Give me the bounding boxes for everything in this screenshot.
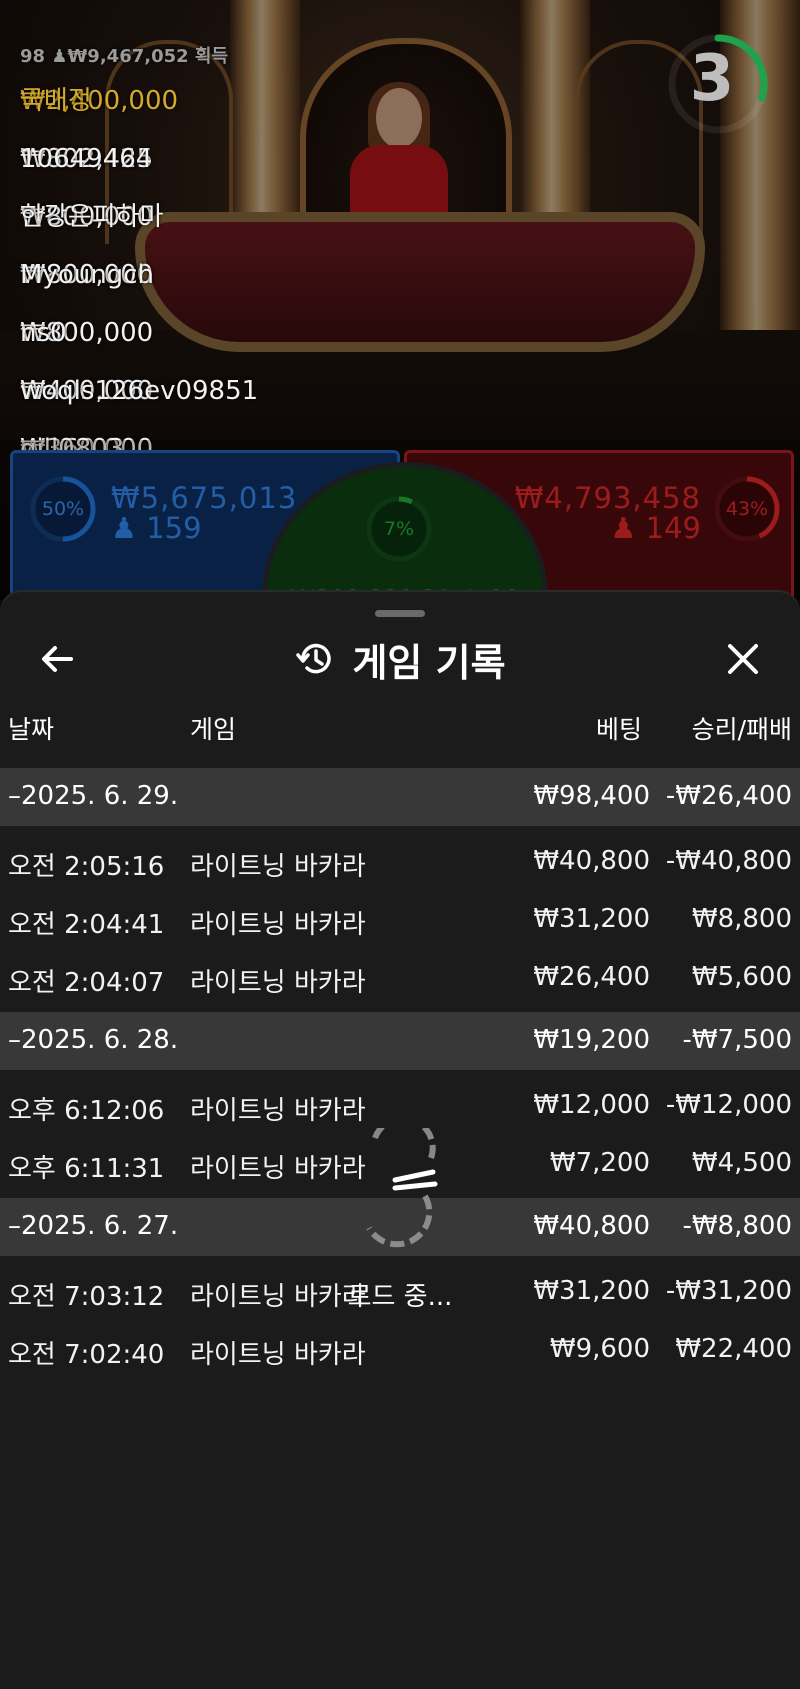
row-game: 라이트닝 바카라 [190, 910, 366, 940]
winners-header: 98 ♟₩9,467,052 획득 [20, 46, 229, 67]
date-group-header[interactable]: –2025. 6. 28. ₩19,200 -₩7,500 [0, 1012, 800, 1070]
winner-name: 10649464 [20, 144, 153, 174]
history-row[interactable]: 오전 2:05:16 라이트닝 바카라 ₩40,800 -₩40,800 [0, 832, 800, 890]
drag-handle[interactable] [375, 610, 425, 617]
row-bet: ₩26,400 [533, 962, 650, 992]
panels-dim-overlay [0, 440, 800, 600]
column-bet: 베팅 [595, 715, 642, 744]
group-date: –2025. 6. 28. [8, 1025, 179, 1055]
row-time: 오후 6:11:31 [8, 1154, 165, 1184]
loading-text: 로드 중... [347, 1282, 453, 1312]
column-result: 승리/패배 [691, 715, 792, 744]
winner-name: Myoungch [20, 260, 154, 290]
row-bet: ₩7,200 [549, 1148, 650, 1178]
timer-value: 3 [689, 42, 735, 116]
history-row[interactable]: 오전 2:04:41 라이트닝 바카라 ₩31,200 ₩8,800 [0, 890, 800, 948]
winner-row: ₩800,000 Myoungch [20, 246, 228, 304]
row-time: 오전 2:05:16 [8, 852, 165, 882]
column-date: 날짜 [8, 715, 55, 744]
group-date: –2025. 6. 27. [8, 1211, 179, 1241]
row-time: 오전 2:04:41 [8, 910, 165, 940]
winner-name: 한강은피하마 [20, 202, 164, 232]
row-bet: ₩31,200 [533, 904, 650, 934]
group-bet-total: ₩98,400 [533, 781, 650, 811]
row-result: ₩4,500 [691, 1148, 792, 1178]
group-bet-total: ₩19,200 [533, 1025, 650, 1055]
column-game: 게임 [190, 715, 237, 744]
group-bet-total: ₩40,800 [533, 1211, 650, 1241]
row-time: 오전 7:02:40 [8, 1340, 165, 1370]
row-game: 라이트닝 바카라 [190, 852, 366, 882]
row-bet: ₩40,800 [533, 846, 650, 876]
row-result: -₩40,800 [665, 846, 792, 876]
winner-name: 국배정 [20, 86, 92, 116]
row-time: 오후 6:12:06 [8, 1096, 165, 1126]
winner-row: ₩800,000 한강은피하마 [20, 188, 228, 246]
winner-row: ₩800,000 ns0 [20, 304, 228, 362]
row-bet: ₩9,600 [549, 1334, 650, 1364]
group-result-total: -₩26,400 [665, 781, 792, 811]
row-time: 오전 2:04:07 [8, 968, 165, 998]
row-bet: ₩12,000 [533, 1090, 650, 1120]
row-game: 라이트닝 바카라 [190, 1154, 366, 1184]
close-button[interactable] [716, 632, 770, 686]
page-title: 게임 기록 [352, 640, 506, 685]
row-game: 라이트닝 바카라 [190, 1340, 366, 1370]
row-result: ₩5,600 [691, 962, 792, 992]
table-header: 날짜 게임 베팅 승리/패배 [0, 702, 800, 748]
winner-name: ns0 [20, 318, 67, 348]
row-result: ₩22,400 [675, 1334, 792, 1364]
history-row[interactable]: 오전 7:02:40 라이트닝 바카라 ₩9,600 ₩22,400 [0, 1320, 800, 1378]
history-row[interactable]: 오후 6:12:06 라이트닝 바카라 ₩12,000 -₩12,000 [0, 1076, 800, 1134]
history-icon [296, 643, 332, 674]
row-game: 라이트닝 바카라 [190, 1096, 366, 1126]
history-row[interactable]: 오전 2:04:07 라이트닝 바카라 ₩26,400 ₩5,600 [0, 948, 800, 1006]
loading-spinner-icon [366, 1128, 438, 1248]
row-game: 라이트닝 바카라 [190, 968, 366, 998]
group-result-total: -₩8,800 [682, 1211, 792, 1241]
winner-row: ₩802,425 10649464 [20, 130, 228, 188]
countdown-timer: 3 [664, 30, 772, 138]
sheet-header: 게임 기록 [0, 632, 800, 686]
winner-row: ₩2,400,000 국배정 [20, 72, 228, 130]
date-group-header[interactable]: –2025. 6. 29. ₩98,400 -₩26,400 [0, 768, 800, 826]
winner-name: woqls126ev09851 [20, 376, 259, 406]
group-date: –2025. 6. 29. [8, 781, 179, 811]
winner-row: ₩400,000 woqls126ev09851 [20, 362, 258, 420]
group-result-total: -₩7,500 [682, 1025, 792, 1055]
row-result: ₩8,800 [691, 904, 792, 934]
row-result: -₩12,000 [665, 1090, 792, 1120]
close-icon [728, 644, 758, 674]
